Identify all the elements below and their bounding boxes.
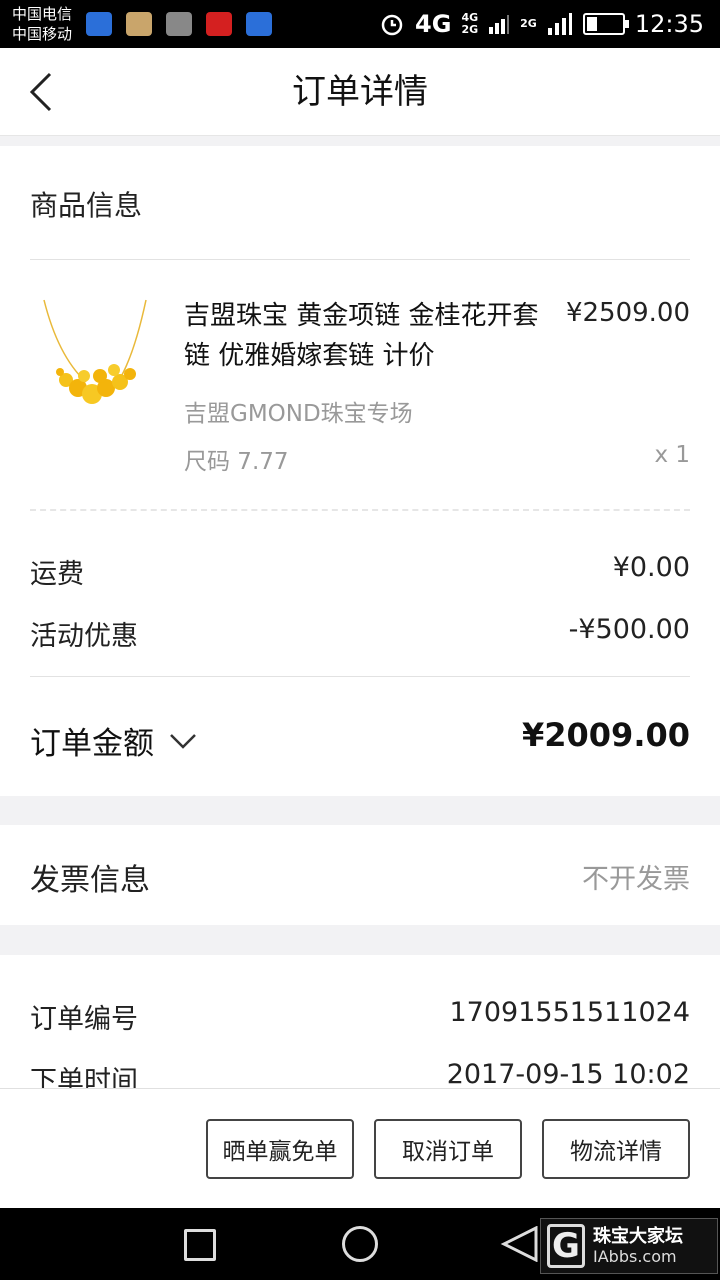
invoice-card[interactable]: 发票信息 不开发票: [0, 825, 720, 925]
jd-icon: [206, 12, 232, 36]
carrier-2: 中国移动: [12, 25, 73, 43]
watermark-sub: IAbbs.com: [593, 1247, 677, 1266]
discount-label: 活动优惠: [30, 621, 138, 652]
clock: 12:35: [634, 10, 704, 38]
chevron-down-icon: [170, 733, 196, 749]
carrier-1: 中国电信: [12, 5, 73, 23]
page-title: 订单详情: [292, 72, 428, 112]
invoice-value: 不开发票: [582, 864, 690, 895]
battery-icon: [582, 13, 629, 35]
divider: [30, 676, 690, 677]
product-quantity: x 1: [654, 442, 690, 468]
order-info-card: 订单编号 17091551511024 下单时间 2017-09-15 10:0…: [0, 955, 720, 1088]
order-number-label: 订单编号: [30, 1004, 138, 1035]
action-bar: 晒单赢免单 取消订单 物流详情: [0, 1088, 720, 1208]
system-nav-bar: G 珠宝大家坛 IAbbs.com: [0, 1208, 720, 1280]
shipping-label: 运费: [30, 559, 84, 590]
product-size: 尺码 7.77: [184, 449, 289, 475]
carrier-info: 中国电信 中国移动: [12, 4, 72, 44]
discount-value: -¥500.00: [568, 614, 690, 645]
dashed-divider: [30, 509, 690, 511]
order-total-toggle[interactable]: 订单金额: [30, 718, 198, 763]
order-total-value: ¥2009.00: [521, 716, 690, 754]
order-total-label: 订单金额: [30, 726, 154, 762]
invoice-label: 发票信息: [30, 863, 150, 898]
watermark-logo: G 珠宝大家坛 IAbbs.com: [540, 1218, 718, 1274]
order-number-value: 17091551511024: [449, 997, 691, 1028]
recent-apps-button[interactable]: [184, 1229, 216, 1261]
product-image[interactable]: [36, 296, 154, 436]
share-review-button[interactable]: 晒单赢免单: [206, 1119, 354, 1179]
qr-icon: [166, 12, 192, 36]
product-price: ¥2509.00: [565, 298, 690, 328]
status-right: 4G 4G 2G 2G 12:35: [379, 0, 704, 48]
baidu-icon: [246, 12, 272, 36]
shipping-value: ¥0.00: [612, 552, 690, 583]
network-small-2: 2G: [520, 18, 537, 30]
order-time-value: 2017-09-15 10:02: [446, 1059, 690, 1088]
order-time-label: 下单时间: [30, 1066, 138, 1088]
goods-card: 商品信息 吉盟珠宝 黄金项链 金桂花开套链 优雅婚嫁套链 计价 ¥2509.00…: [0, 146, 720, 796]
watermark-text: 珠宝大家坛: [593, 1226, 683, 1247]
divider: [30, 259, 690, 260]
signal-icon: [489, 15, 510, 34]
network-type: 4G: [415, 10, 452, 38]
product-name[interactable]: 吉盟珠宝 黄金项链 金桂花开套链 优雅婚嫁套链 计价: [184, 296, 544, 376]
nav-back-button[interactable]: [500, 1226, 540, 1262]
notification-icons: [86, 12, 272, 36]
alarm-icon: [381, 14, 403, 36]
status-bar: 中国电信 中国移动 4G 4G 2G 2G 12:35: [0, 0, 720, 48]
baidu-icon: [86, 12, 112, 36]
net-small-b: 2G: [461, 23, 479, 36]
watermark-g-icon: G: [547, 1224, 585, 1268]
cancel-order-button[interactable]: 取消订单: [374, 1119, 522, 1179]
goods-section-title: 商品信息: [30, 189, 143, 222]
top-nav: 订单详情: [0, 48, 720, 136]
signal-icon-2: [547, 13, 572, 35]
watermark-text-block: 珠宝大家坛 IAbbs.com: [593, 1226, 683, 1266]
shop-name[interactable]: 吉盟GMOND珠宝专场: [184, 394, 413, 428]
net-small-c: 2G: [520, 17, 537, 30]
home-button[interactable]: [342, 1226, 378, 1262]
health-icon: [126, 12, 152, 36]
battery-level: [586, 17, 597, 31]
network-small: 4G 2G: [461, 12, 478, 36]
logistics-button[interactable]: 物流详情: [542, 1119, 690, 1179]
